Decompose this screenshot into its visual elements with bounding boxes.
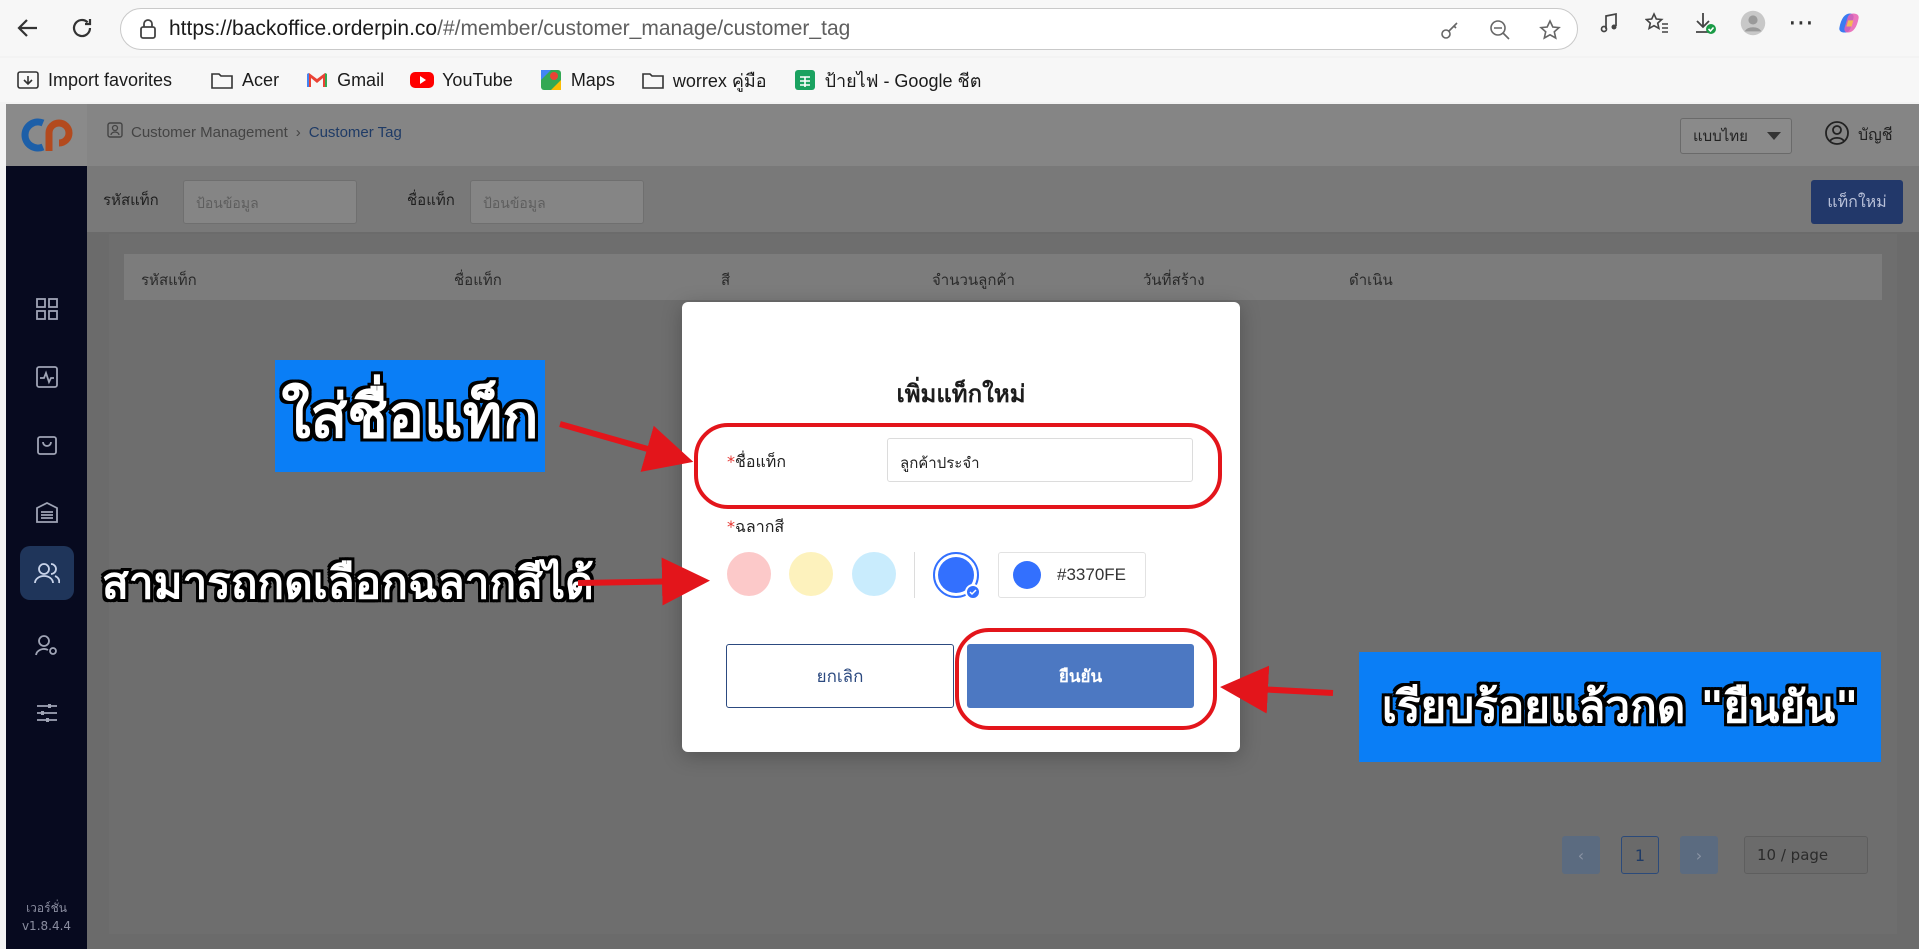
app-header: Customer Management › Customer Tag แบบไท…	[87, 104, 1919, 166]
user-settings-icon[interactable]	[20, 618, 74, 672]
shopping-bag-icon[interactable]	[20, 417, 74, 471]
back-icon[interactable]	[10, 10, 46, 46]
sidebar: เวอร์ชั่น v1.8.4.4	[6, 104, 87, 949]
swatch-divider	[914, 552, 915, 598]
folder-icon	[210, 70, 234, 90]
custom-color-swatch[interactable]	[933, 552, 981, 600]
column-header: วันที่สร้าง	[1143, 271, 1205, 289]
lock-icon[interactable]	[137, 18, 159, 40]
check-icon	[965, 584, 981, 600]
account-menu[interactable]: บัญชี	[1824, 120, 1893, 150]
bookmark-label: Gmail	[337, 69, 385, 90]
download-icon[interactable]	[1692, 10, 1718, 36]
modal-title: เพิ่มแท็กใหม่	[896, 380, 1026, 408]
bookmark-label: YouTube	[442, 69, 513, 90]
filter-bar: รหัสแท็ก ป้อนข้อมูล ชื่อแท็ก ป้อนข้อมูล …	[87, 166, 1919, 232]
gmail-icon	[305, 70, 329, 90]
cancel-button[interactable]: ยกเลิก	[726, 644, 954, 708]
column-header: จำนวนลูกค้า	[932, 271, 1015, 289]
dashboard-icon[interactable]	[20, 282, 74, 336]
maps-icon	[539, 70, 563, 90]
color-swatch-yellow[interactable]	[789, 552, 833, 596]
annotation-choose-color: สามารถกดเลือกฉลากสีได้	[102, 558, 594, 609]
color-swatch-light-blue[interactable]	[852, 552, 896, 596]
color-label: *ฉลากสี	[727, 515, 784, 540]
browser-toolbar: https://backoffice.orderpin.co/#/member/…	[0, 0, 1919, 56]
media-icon[interactable]	[1596, 10, 1622, 36]
page-size-value: 10 / page	[1757, 846, 1829, 864]
required-mark: *	[727, 517, 735, 536]
bookmark-import-favorites[interactable]: Import favorites	[16, 70, 172, 91]
language-value: แบบไทย	[1693, 127, 1748, 145]
tag-code-input[interactable]: ป้อนข้อมูล	[183, 180, 357, 224]
zoom-out-icon[interactable]	[1487, 17, 1513, 43]
bookmark-worrex[interactable]: worrex คู่มือ	[641, 66, 767, 95]
bookmark-sheets[interactable]: ป้ายไฟ - Google ชีต	[793, 66, 982, 95]
member-icon	[107, 122, 123, 142]
bookmark-youtube[interactable]: YouTube	[410, 70, 513, 91]
page-size-select[interactable]: 10 / page	[1744, 836, 1868, 874]
url-text: https://backoffice.orderpin.co/#/member/…	[169, 17, 851, 40]
copilot-icon[interactable]	[1836, 10, 1862, 36]
profile-avatar-icon[interactable]	[1740, 10, 1766, 36]
hex-color-input[interactable]: #3370FE	[998, 552, 1146, 598]
page-1-button[interactable]: 1	[1621, 836, 1659, 874]
table-header: รหัสแท็ก ชื่อแท็ก สี จำนวนลูกค้า วันที่ส…	[124, 254, 1882, 300]
sheets-icon	[793, 70, 817, 90]
bookmark-label: Acer	[242, 69, 280, 90]
bookmark-label: Import favorites	[48, 69, 173, 90]
column-header: ดำเนิน	[1349, 271, 1393, 289]
star-icon[interactable]	[1537, 17, 1563, 43]
customers-icon[interactable]	[20, 546, 74, 600]
orderpin-logo[interactable]	[6, 104, 87, 166]
tag-code-label: รหัสแท็ก	[103, 191, 159, 209]
breadcrumb-current: Customer Tag	[308, 123, 402, 141]
next-page-button[interactable]: ›	[1680, 836, 1718, 874]
warehouse-icon[interactable]	[20, 485, 74, 539]
youtube-icon	[410, 70, 435, 90]
bookmarks-bar: Import favorites Acer Gmail YouTube Maps…	[0, 58, 1919, 102]
hex-color-value: #3370FE	[1057, 565, 1126, 584]
caret-down-icon	[1767, 132, 1781, 140]
annotation-confirm-hint: เรียบร้อยแล้วกด "ยืนยัน"	[1359, 652, 1881, 762]
key-icon[interactable]	[1437, 17, 1463, 43]
favorites-icon[interactable]	[1644, 10, 1670, 36]
bookmark-label: worrex คู่มือ	[672, 70, 767, 91]
user-circle-icon	[1824, 120, 1850, 150]
tag-name-input[interactable]: ป้อนข้อมูล	[470, 180, 644, 224]
hex-color-dot	[1013, 561, 1041, 589]
address-bar[interactable]: https://backoffice.orderpin.co/#/member/…	[120, 8, 1578, 50]
highlight-ring-name	[694, 423, 1222, 509]
breadcrumb-parent[interactable]: Customer Management	[131, 124, 288, 141]
bookmark-acer[interactable]: Acer	[210, 70, 279, 91]
version-label: เวอร์ชั่น	[26, 901, 67, 915]
bookmark-gmail[interactable]: Gmail	[305, 70, 384, 91]
analytics-icon[interactable]	[20, 350, 74, 404]
highlight-ring-confirm	[955, 628, 1217, 730]
sliders-icon[interactable]	[20, 686, 74, 740]
more-icon[interactable]: ⋯	[1788, 8, 1814, 38]
reload-icon[interactable]	[64, 10, 100, 46]
prev-page-button[interactable]: ‹	[1562, 836, 1600, 874]
breadcrumb: Customer Management › Customer Tag	[107, 122, 402, 142]
version-info: เวอร์ชั่น v1.8.4.4	[6, 899, 87, 935]
column-header: รหัสแท็ก	[141, 271, 197, 289]
chevron-right-icon: ›	[295, 123, 301, 141]
folder-icon	[641, 70, 665, 90]
new-tag-button[interactable]: แท็กใหม่	[1811, 180, 1903, 224]
bookmark-label: ป้ายไฟ - Google ชีต	[824, 70, 982, 91]
import-icon	[16, 70, 40, 90]
color-swatch-pink[interactable]	[727, 552, 771, 596]
version-number: v1.8.4.4	[21, 919, 72, 933]
account-label: บัญชี	[1858, 124, 1893, 144]
language-select[interactable]: แบบไทย	[1680, 118, 1792, 154]
tag-name-label: ชื่อแท็ก	[407, 191, 455, 209]
column-header: ชื่อแท็ก	[454, 271, 502, 289]
color-label-text: ฉลากสี	[735, 517, 785, 536]
annotation-enter-name: ใส่ชื่อแท็ก	[275, 360, 545, 472]
column-header: สี	[721, 271, 731, 289]
bookmark-maps[interactable]: Maps	[539, 70, 615, 91]
bookmark-label: Maps	[570, 69, 615, 90]
